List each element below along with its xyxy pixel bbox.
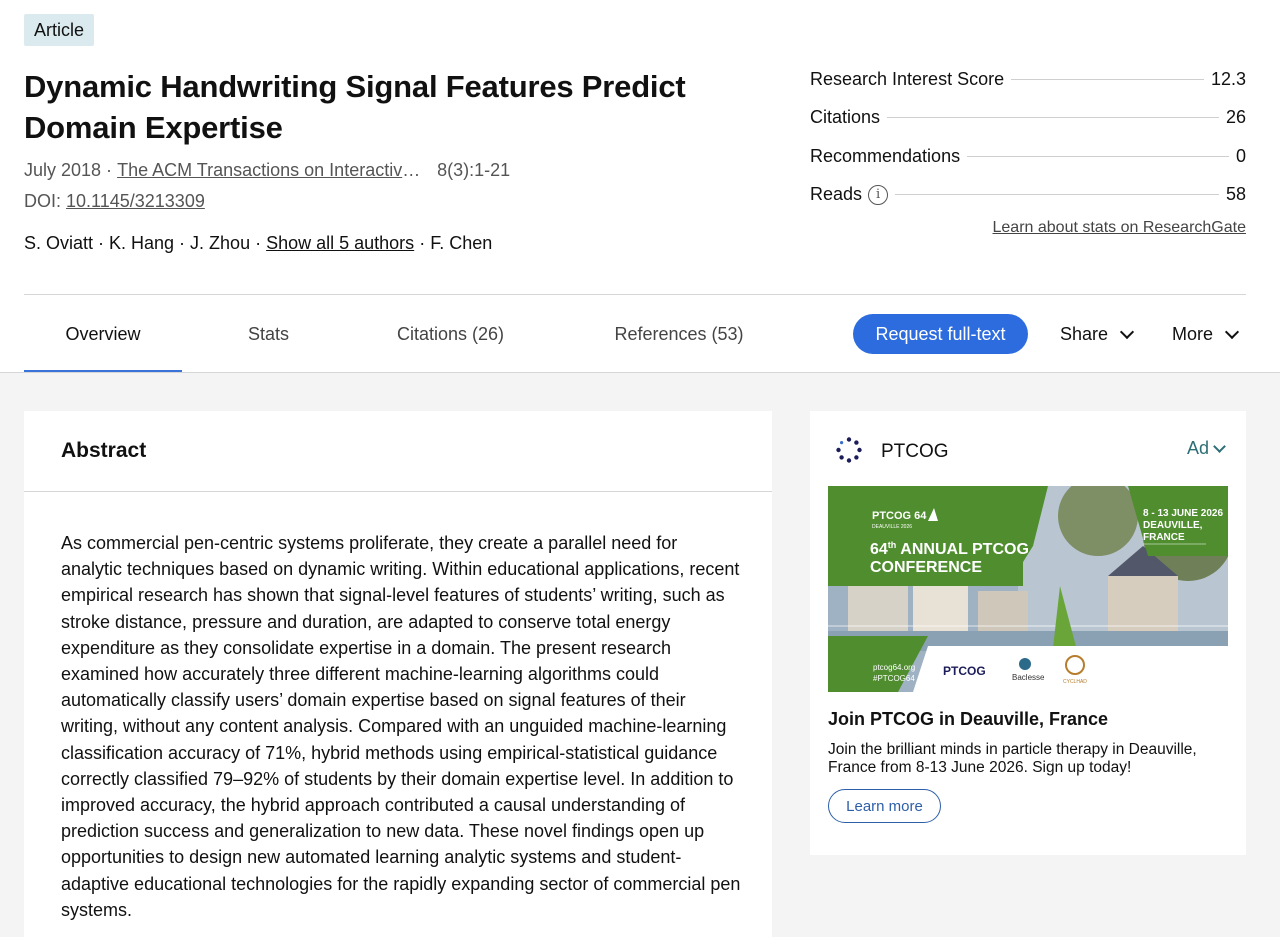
info-icon[interactable]: i: [868, 184, 889, 205]
authors-suffix: · F. Chen: [419, 233, 493, 253]
share-button[interactable]: Share: [1060, 314, 1135, 354]
abstract-text: As commercial pen-centric systems prolif…: [61, 533, 741, 920]
chevron-down-icon: [1213, 439, 1226, 453]
sponsor-logo-ptcog: PTCOG: [943, 664, 986, 678]
journal-link[interactable]: The ACM Transactions on Interactive Inte…: [117, 160, 427, 181]
divider: [24, 491, 772, 492]
ad-banner-image[interactable]: PTCOG 64 DEAUVILLE 2026 64th ANNUAL PTCOG…: [828, 486, 1228, 692]
banner-headline: ANNUAL PTCOG: [900, 541, 1029, 558]
ptcog-logo-icon: [836, 437, 862, 463]
article-header: Article Dynamic Handwriting Signal Featu…: [0, 0, 1280, 373]
publication-info: July 2018 · The ACM Transactions on Inte…: [24, 160, 510, 181]
stat-reads: Reads i 58: [810, 176, 1246, 215]
chevron-down-icon: [1224, 324, 1240, 339]
request-full-text-button[interactable]: Request full-text: [853, 314, 1028, 354]
stat-label: Reads: [810, 184, 863, 205]
doi-line: DOI: 10.1145/3213309: [24, 191, 205, 212]
show-all-authors-link[interactable]: Show all 5 authors: [266, 233, 414, 253]
learn-about-stats-link[interactable]: Learn about stats on ResearchGate: [993, 219, 1247, 237]
stat-leader-line: [895, 194, 1219, 196]
tab-stats[interactable]: Stats: [182, 296, 355, 373]
stat-label: Research Interest Score: [810, 68, 1005, 89]
learn-more-button[interactable]: Learn more: [828, 789, 941, 823]
stat-value: 26: [1225, 107, 1246, 128]
banner-headline-line2: CONFERENCE: [870, 559, 982, 576]
stat-citations: Citations 26: [810, 99, 1246, 138]
more-button[interactable]: More: [1172, 314, 1240, 354]
publication-date: July 2018 ·: [24, 160, 113, 180]
advertiser-name: PTCOG: [881, 441, 949, 462]
stat-leader-line: [967, 155, 1229, 157]
ad-options-button[interactable]: Ad: [1186, 438, 1226, 459]
more-label: More: [1172, 323, 1214, 344]
sponsor-logo-cyclhad: CYCLHAD: [1063, 679, 1087, 685]
sponsor-logo-baclesse: Baclesse: [1012, 673, 1045, 682]
article-title: Dynamic Handwriting Signal Features Pred…: [24, 69, 686, 145]
banner-city: DEAUVILLE,: [1143, 520, 1203, 531]
banner-logo-text: PTCOG 64: [872, 510, 927, 522]
stat-recommendations: Recommendations 0: [810, 137, 1246, 176]
tab-references[interactable]: References (53): [546, 296, 812, 373]
banner-country: FRANCE: [1143, 532, 1185, 543]
stat-value: 0: [1235, 145, 1246, 166]
stat-leader-line: [1011, 78, 1204, 80]
stat-label: Recommendations: [810, 145, 961, 166]
ad-description: Join the brilliant minds in particle the…: [828, 741, 1197, 776]
share-label: Share: [1060, 323, 1109, 344]
banner-hashtag: #PTCOG64: [873, 674, 915, 683]
stat-research-interest: Research Interest Score 12.3: [810, 60, 1246, 99]
stat-value: 12.3: [1210, 68, 1246, 89]
ad-label: Ad: [1186, 438, 1209, 458]
doi-label: DOI:: [24, 191, 62, 211]
author-list: S. Oviatt · K. Hang · J. Zhou · Show all…: [24, 233, 492, 254]
doi-link[interactable]: 10.1145/3213309: [66, 191, 205, 211]
banner-logo-subtext: DEAUVILLE 2026: [872, 524, 912, 530]
banner-headline-number: 64: [870, 541, 888, 558]
abstract-card: Abstract As commercial pen-centric syste…: [24, 411, 772, 937]
authors-prefix: S. Oviatt · K. Hang · J. Zhou ·: [24, 233, 262, 253]
stat-leader-line: [887, 117, 1219, 119]
volume-pages: 8(3):1-21: [437, 160, 511, 180]
banner-dates: 8 - 13 JUNE 2026: [1143, 508, 1223, 519]
stat-label-wrap: Reads i: [810, 184, 889, 205]
stat-label: Citations: [810, 107, 881, 128]
tab-citations[interactable]: Citations (26): [355, 296, 546, 373]
divider: [24, 294, 1246, 295]
stat-value: 58: [1225, 184, 1246, 205]
chevron-down-icon: [1119, 324, 1135, 339]
banner-url: ptcog64.org: [873, 663, 915, 672]
ad-title: Join PTCOG in Deauville, France: [828, 709, 1109, 729]
tab-bar: Overview Stats Citations (26) References…: [24, 296, 812, 373]
abstract-heading: Abstract: [61, 439, 147, 462]
tab-overview[interactable]: Overview: [24, 296, 182, 373]
article-type-badge: Article: [24, 14, 95, 46]
banner-headline-sup: th: [888, 540, 897, 550]
ad-card: PTCOG Ad PTCOG 64 DEAUVILLE 2026 64th AN…: [810, 411, 1246, 855]
stats-panel: Research Interest Score 12.3 Citations 2…: [810, 60, 1246, 214]
